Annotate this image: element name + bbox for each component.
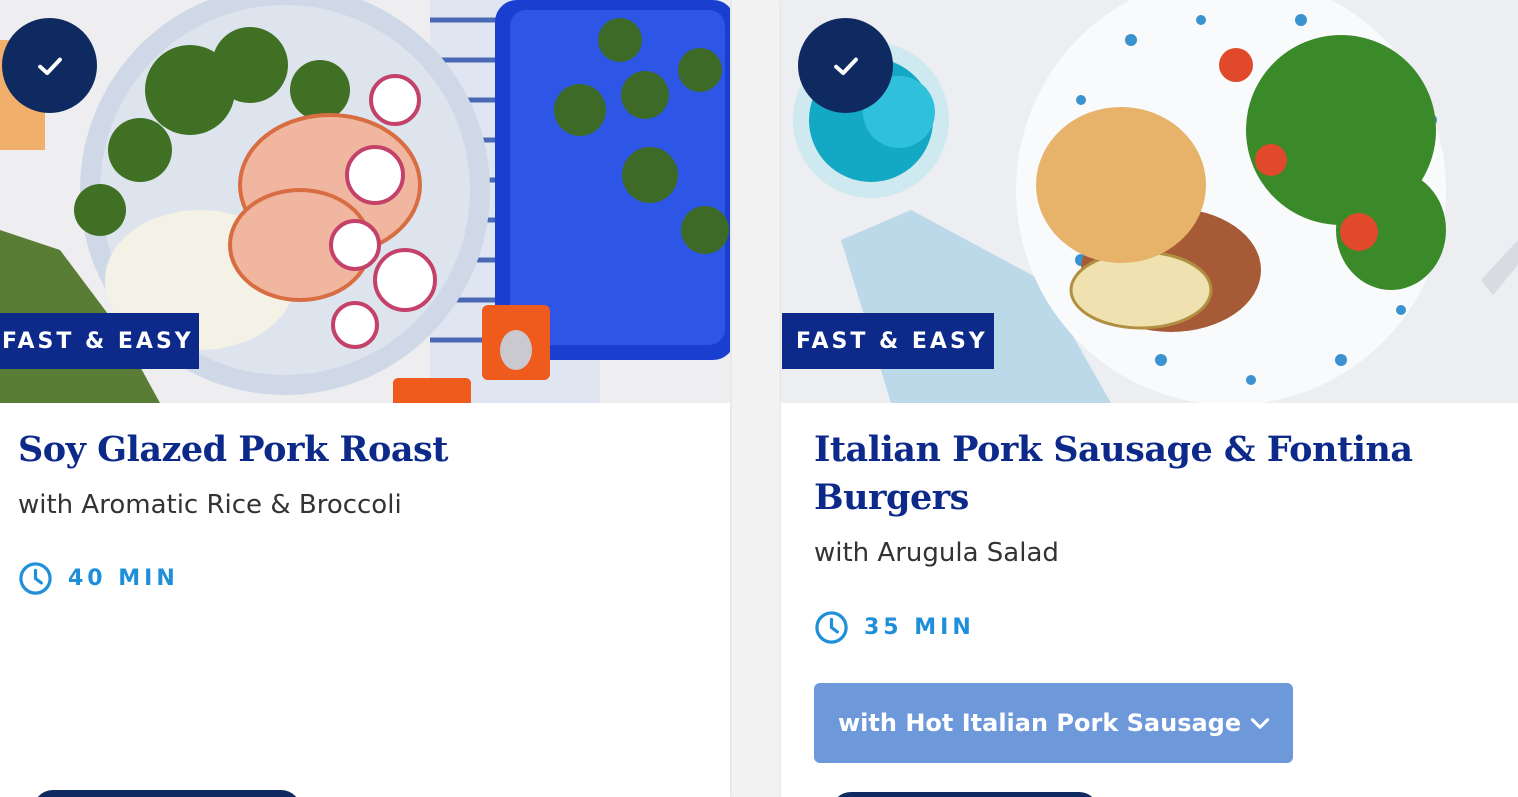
cook-time: 35 MIN: [814, 610, 975, 645]
fast-easy-badge: FAST & EASY: [0, 313, 199, 369]
clock-icon: [815, 611, 848, 644]
selected-check-button[interactable]: [2, 18, 97, 113]
recipe-card-soy-glazed-pork[interactable]: FAST & EASY Soy Glazed Pork Roast with A…: [0, 0, 730, 797]
chevron-down-icon: [1250, 718, 1270, 729]
recipe-title[interactable]: Italian Pork Sausage & Fontina Burgers: [814, 426, 1413, 522]
protein-variant-dropdown[interactable]: with Hot Italian Pork Sausage: [814, 683, 1293, 763]
recipe-subtitle: with Arugula Salad: [814, 538, 1059, 568]
selected-check-button[interactable]: [798, 18, 893, 113]
cook-time-label: 35 MIN: [864, 615, 975, 640]
cook-time-label: 40 MIN: [68, 566, 179, 591]
recipe-action-button[interactable]: [33, 790, 301, 797]
cook-time: 40 MIN: [18, 561, 179, 596]
recipe-title[interactable]: Soy Glazed Pork Roast: [18, 426, 448, 474]
check-icon: [37, 57, 62, 75]
recipe-title-line-2: Burgers: [814, 477, 969, 518]
recipe-subtitle: with Aromatic Rice & Broccoli: [18, 490, 402, 520]
fast-easy-badge: FAST & EASY: [782, 313, 994, 369]
recipe-action-button[interactable]: [831, 792, 1099, 797]
variant-selected-label: with Hot Italian Pork Sausage: [838, 709, 1242, 737]
clock-icon: [19, 562, 52, 595]
recipe-title-line-1: Italian Pork Sausage & Fontina: [814, 429, 1413, 470]
recipe-card-italian-pork-sausage[interactable]: FAST & EASY Italian Pork Sausage & Fonti…: [781, 0, 1518, 797]
check-icon: [833, 57, 858, 75]
